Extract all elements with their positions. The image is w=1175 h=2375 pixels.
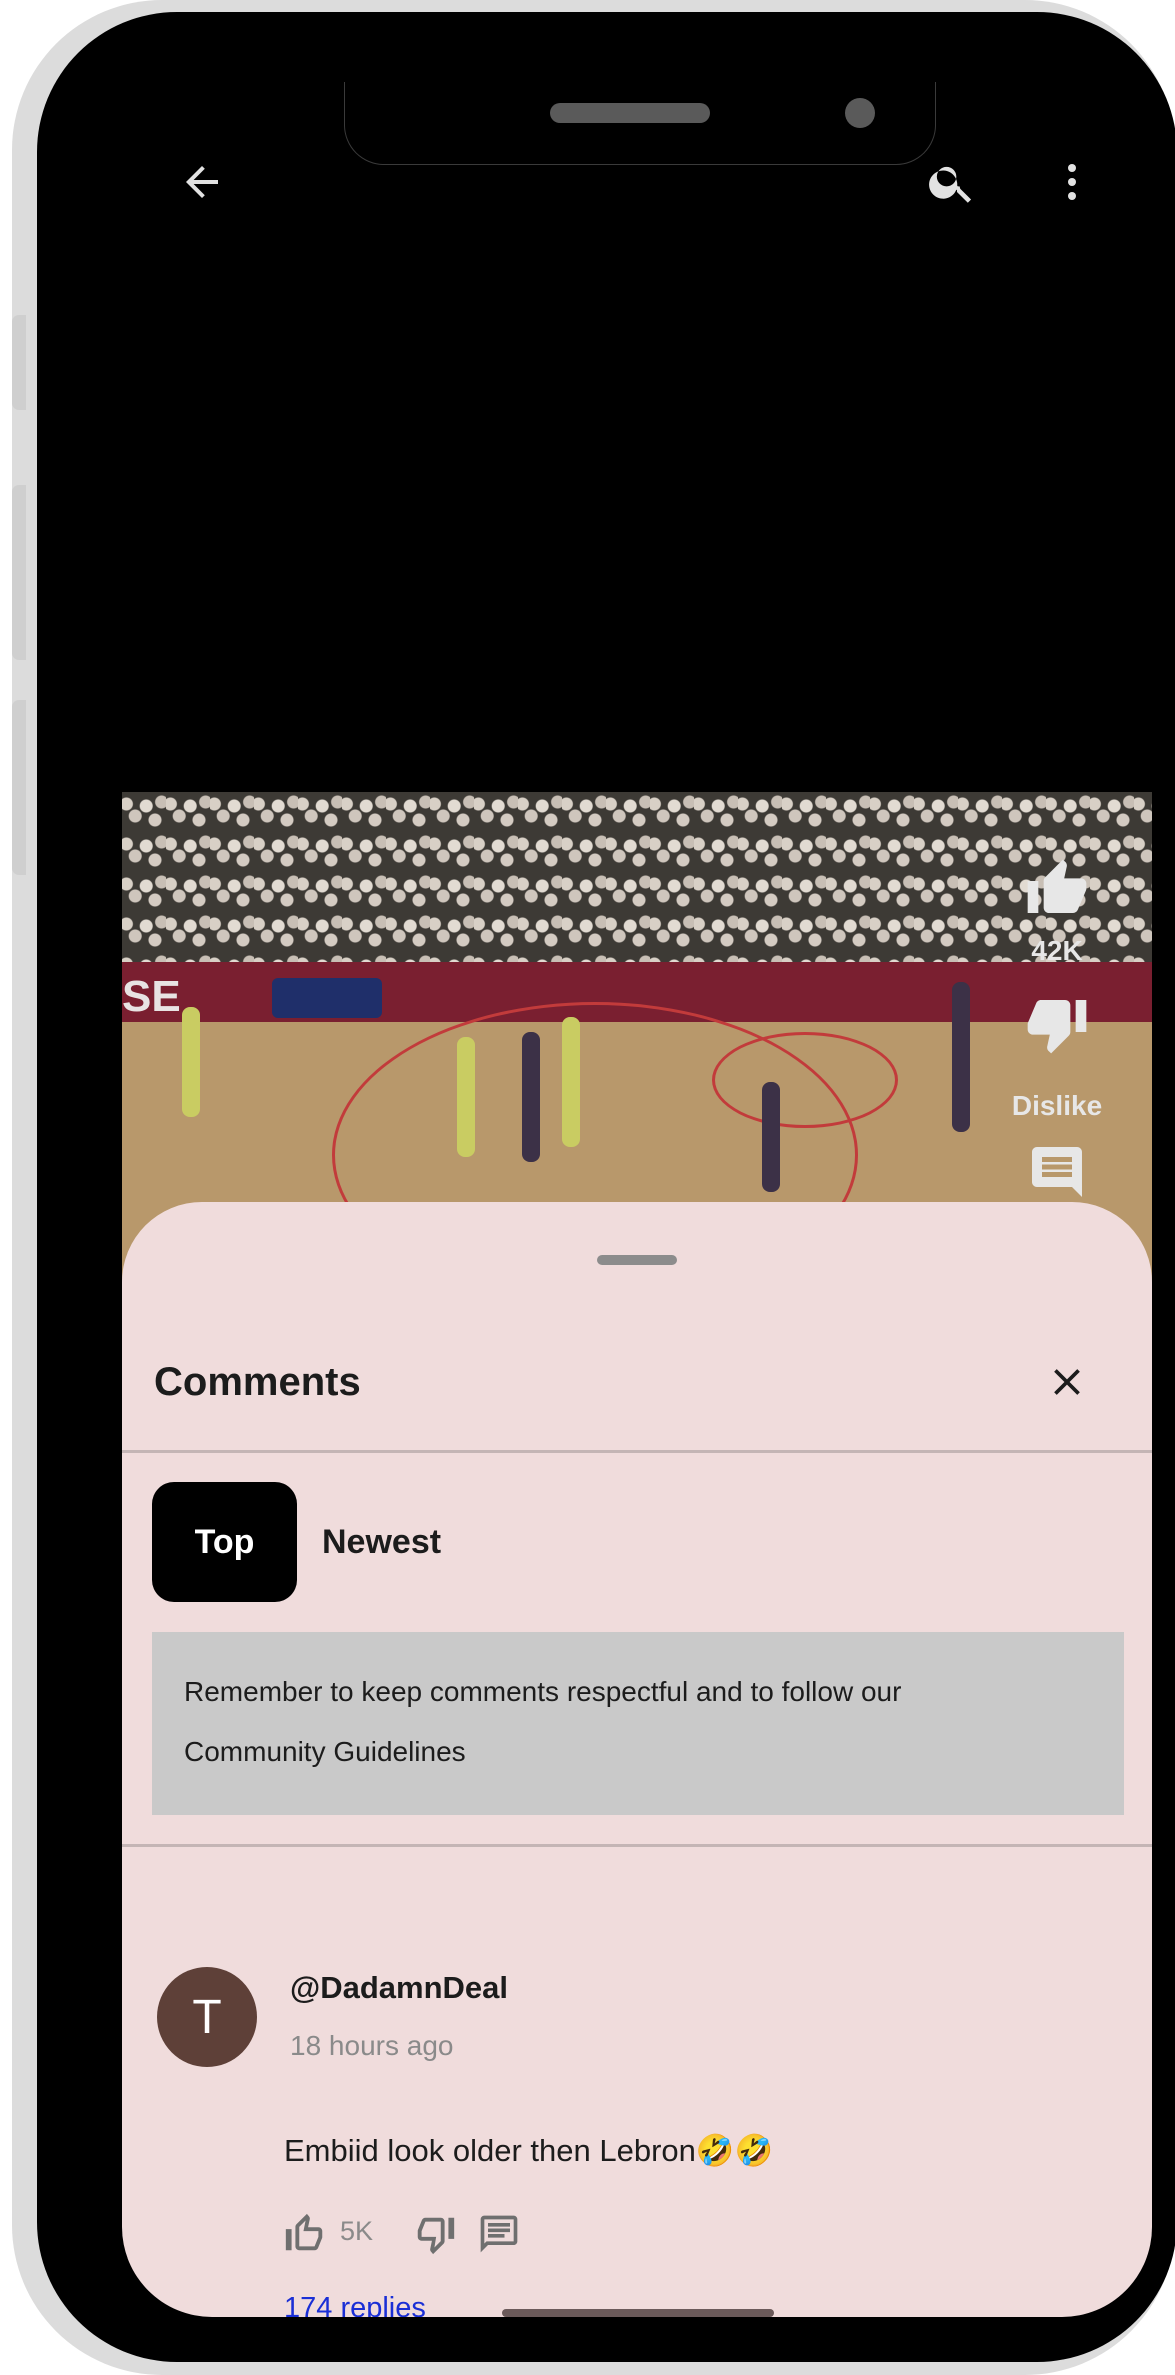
phone-body: SE 42K Dislike Comments Top Newest Remem… bbox=[37, 12, 1175, 2362]
comment-outline-icon bbox=[480, 2215, 518, 2253]
sort-chip-newest[interactable]: Newest bbox=[322, 1482, 441, 1602]
view-replies-link[interactable]: 174 replies bbox=[284, 2292, 426, 2317]
thumbs-down-icon bbox=[1027, 1000, 1087, 1054]
notice-line: Remember to keep comments respectful and… bbox=[184, 1676, 902, 1707]
usab-logo bbox=[272, 978, 382, 1018]
comment-like-count: 5K bbox=[340, 2216, 374, 2246]
comment-dislike-button[interactable] bbox=[412, 2212, 458, 2263]
thumbs-up-outline-icon bbox=[285, 2213, 323, 2251]
court-arc bbox=[712, 1032, 898, 1128]
guidelines-notice: Remember to keep comments respectful and… bbox=[152, 1632, 1124, 1815]
player bbox=[182, 1007, 200, 1117]
comment-actions: 5K bbox=[282, 2202, 682, 2262]
screen: SE 42K Dislike Comments Top Newest Remem… bbox=[122, 82, 1152, 2317]
divider bbox=[122, 1450, 1152, 1453]
comments-button[interactable] bbox=[1002, 1142, 1112, 1209]
sort-chip-top[interactable]: Top bbox=[152, 1482, 297, 1602]
avatar[interactable]: T bbox=[157, 1967, 257, 2067]
player bbox=[562, 1017, 580, 1147]
front-camera bbox=[845, 98, 875, 128]
thumbs-down-outline-icon bbox=[417, 2217, 455, 2255]
phone-frame: SE 42K Dislike Comments Top Newest Remem… bbox=[12, 0, 1175, 2375]
close-comments-button[interactable] bbox=[1037, 1352, 1097, 1412]
notch bbox=[344, 82, 936, 165]
comment-icon bbox=[1032, 1147, 1082, 1197]
player bbox=[457, 1037, 475, 1157]
crowd bbox=[122, 792, 1152, 982]
more-options-button[interactable] bbox=[1042, 152, 1102, 212]
comments-sheet: Comments Top Newest Remember to keep com… bbox=[122, 1202, 1152, 2317]
player bbox=[952, 982, 970, 1132]
banner-text: SE bbox=[122, 972, 181, 1021]
dislike-video-button[interactable] bbox=[1002, 992, 1112, 1063]
search-button[interactable] bbox=[922, 152, 982, 212]
comment-time: 18 hours ago bbox=[290, 2030, 454, 2061]
like-video-button[interactable] bbox=[1002, 857, 1112, 928]
thumbs-up-icon bbox=[1027, 859, 1087, 913]
side-button bbox=[12, 700, 26, 875]
divider bbox=[122, 1844, 1152, 1847]
comment-text: Embiid look older then Lebron🤣🤣 bbox=[284, 2133, 774, 2168]
side-button bbox=[12, 485, 26, 660]
comments-title: Comments bbox=[154, 1360, 361, 1404]
back-button[interactable] bbox=[172, 152, 232, 212]
dislike-label: Dislike bbox=[1011, 1090, 1103, 1121]
speaker bbox=[550, 103, 710, 123]
more-vertical-icon bbox=[1068, 164, 1076, 200]
arrow-left-icon bbox=[186, 166, 218, 198]
side-button bbox=[12, 315, 26, 410]
comment-author[interactable]: @DadamnDeal bbox=[290, 1970, 508, 2006]
like-count: 42K bbox=[1031, 935, 1083, 966]
community-guidelines-link[interactable]: Community Guidelines bbox=[184, 1722, 1092, 1782]
drag-handle[interactable] bbox=[597, 1255, 677, 1265]
comment-reply-button[interactable] bbox=[477, 2212, 521, 2261]
home-indicator[interactable] bbox=[502, 2309, 774, 2317]
close-icon bbox=[1054, 1369, 1080, 1395]
player bbox=[522, 1032, 540, 1162]
search-icon bbox=[929, 166, 972, 203]
player bbox=[762, 1082, 780, 1192]
comment-like-button[interactable] bbox=[282, 2210, 328, 2261]
